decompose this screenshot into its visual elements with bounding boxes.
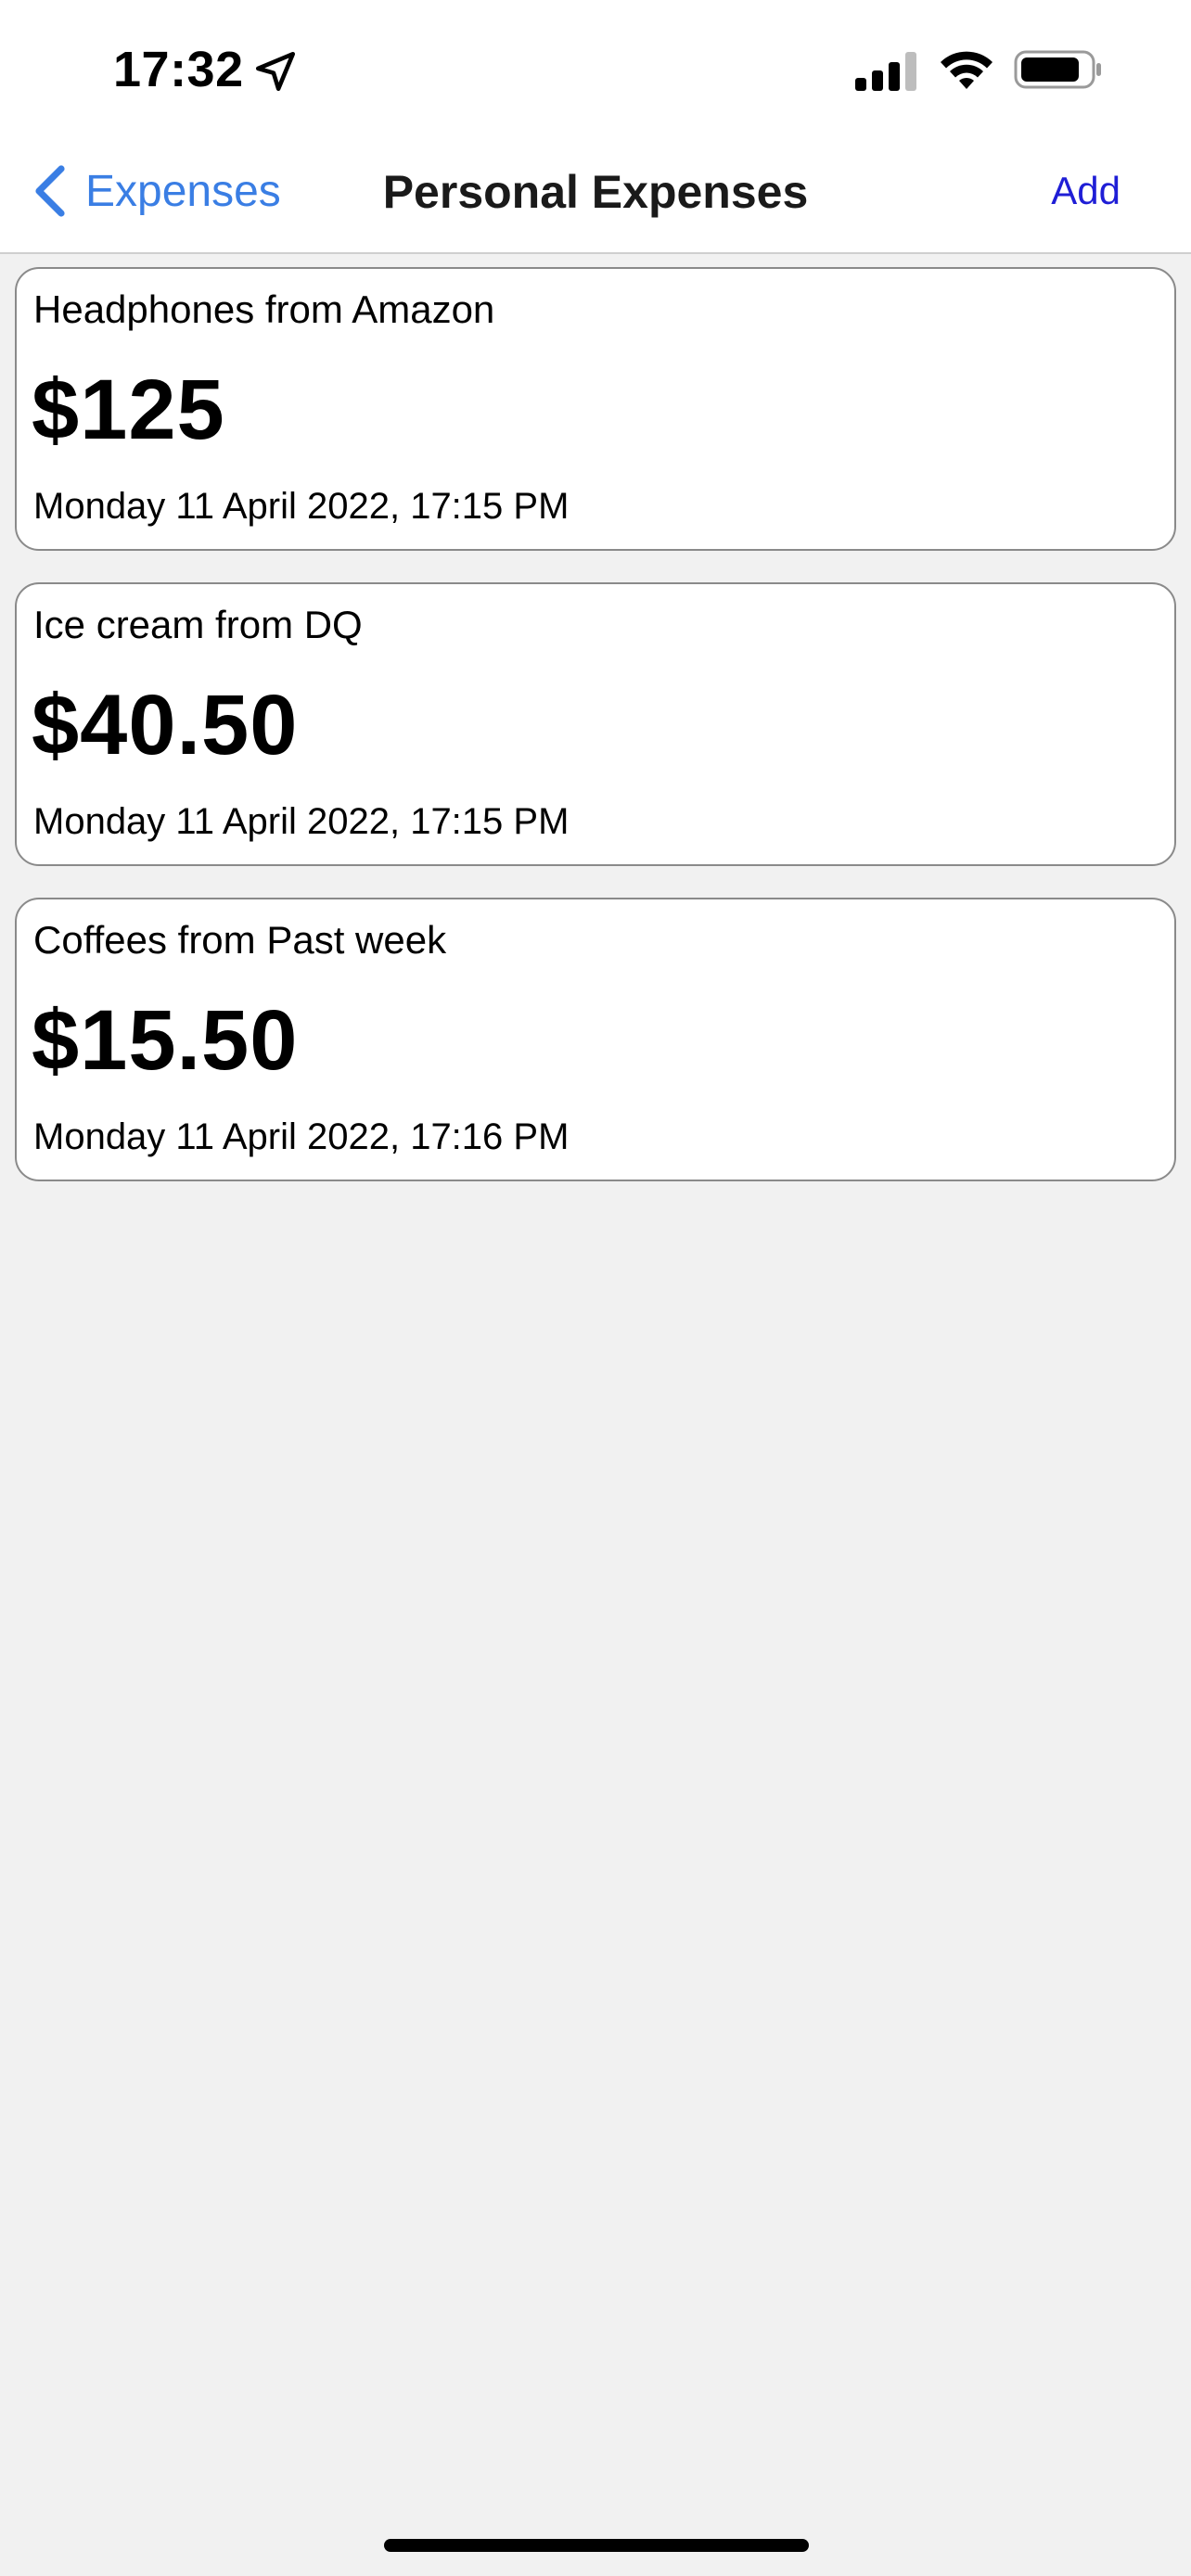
battery-icon <box>1014 50 1101 89</box>
back-button[interactable]: Expenses <box>32 161 281 221</box>
expense-date: Monday 11 April 2022, 17:16 PM <box>33 1116 570 1157</box>
wifi-icon <box>941 51 992 89</box>
home-indicator[interactable] <box>384 2539 809 2552</box>
expense-card[interactable]: Ice cream from DQ $40.50 Monday 11 April… <box>15 582 1176 866</box>
status-bar: 17:32 <box>0 0 1191 130</box>
location-arrow-icon <box>255 51 296 92</box>
expense-amount: $15.50 <box>32 993 299 1088</box>
navigation-bar: Expenses Personal Expenses Add <box>0 130 1191 254</box>
expense-list: Headphones from Amazon $125 Monday 11 Ap… <box>15 267 1176 1213</box>
add-button[interactable]: Add <box>1051 169 1121 213</box>
expense-amount: $125 <box>32 363 225 457</box>
cellular-signal-icon <box>855 52 916 91</box>
expense-date: Monday 11 April 2022, 17:15 PM <box>33 486 570 527</box>
status-time: 17:32 <box>113 42 244 97</box>
chevron-left-icon <box>35 165 65 217</box>
expense-date: Monday 11 April 2022, 17:15 PM <box>33 801 570 842</box>
expense-amount: $40.50 <box>32 678 299 772</box>
expense-title: Coffees from Past week <box>33 918 447 962</box>
expense-card[interactable]: Coffees from Past week $15.50 Monday 11 … <box>15 898 1176 1181</box>
expense-title: Headphones from Amazon <box>33 287 495 331</box>
expense-title: Ice cream from DQ <box>33 603 363 646</box>
expense-card[interactable]: Headphones from Amazon $125 Monday 11 Ap… <box>15 267 1176 551</box>
back-button-label: Expenses <box>85 166 281 216</box>
